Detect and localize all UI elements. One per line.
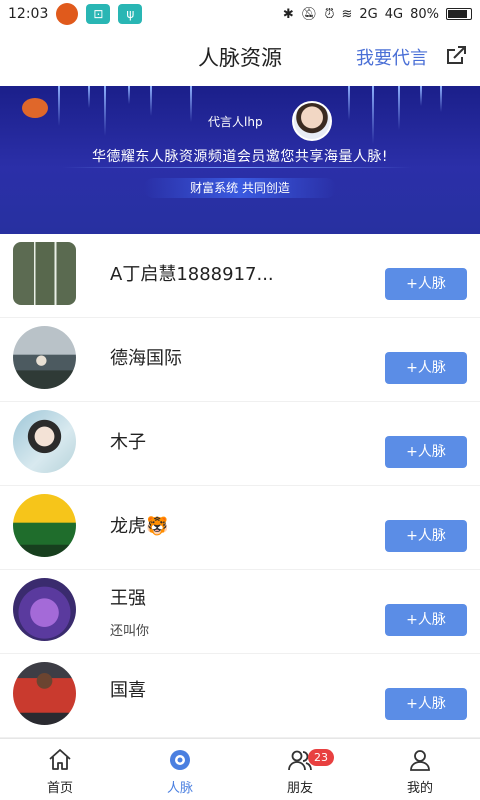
list-item[interactable]: 国喜 +人脉 <box>0 654 480 738</box>
contact-name: 国喜 <box>110 680 146 701</box>
page-header: 人脉资源 我要代言 <box>0 28 480 86</box>
friends-badge: 23 <box>308 749 334 766</box>
add-connection-button[interactable]: +人脉 <box>385 352 467 384</box>
avatar <box>13 326 76 389</box>
tab-label: 首页 <box>46 781 73 796</box>
tab-friends[interactable]: 23 朋友 <box>240 739 360 800</box>
add-connection-button[interactable]: +人脉 <box>385 436 467 468</box>
contact-name: 德海国际 <box>110 348 182 369</box>
status-time: 12:03 <box>8 6 49 22</box>
spokesperson-label: 代言人lhp <box>208 115 263 129</box>
network-icon <box>170 750 190 770</box>
contact-name: 王强 <box>110 588 146 609</box>
list-item[interactable]: A丁启慧1888917... +人脉 <box>0 234 480 318</box>
banner-tagline: 财富系统 共同创造 <box>144 178 336 198</box>
brand-logo <box>22 98 48 118</box>
tab-network[interactable]: 人脉 <box>120 739 240 800</box>
avatar <box>13 410 76 473</box>
avatar <box>13 662 76 725</box>
avatar <box>13 578 76 641</box>
add-connection-button[interactable]: +人脉 <box>385 268 467 300</box>
contact-name: 木子 <box>110 432 146 453</box>
contact-subtitle: 还叫你 <box>110 624 150 639</box>
signal-4g: 4G <box>384 6 404 22</box>
add-connection-button[interactable]: +人脉 <box>385 604 467 636</box>
contact-name: A丁启慧1888917... <box>110 264 274 285</box>
list-item[interactable]: 龙虎🐯 +人脉 <box>0 486 480 570</box>
list-item[interactable]: 木子 +人脉 <box>0 402 480 486</box>
tab-label: 朋友 <box>286 781 313 796</box>
battery-percent: 80% <box>410 6 439 22</box>
wifi-icon: ≋ <box>341 6 353 22</box>
mute-icon: 🔕︎ <box>300 6 318 22</box>
tab-label: 人脉 <box>166 781 193 796</box>
contact-list: A丁启慧1888917... +人脉 德海国际 +人脉 木子 +人脉 龙虎🐯 +… <box>0 234 480 738</box>
bluetooth-icon: ✱ <box>282 6 294 22</box>
tab-profile[interactable]: 我的 <box>360 739 480 800</box>
list-item[interactable]: 王强 还叫你 +人脉 <box>0 570 480 654</box>
scan-notification-icon: ⊡ <box>86 4 111 24</box>
tab-home[interactable]: 首页 <box>0 739 120 800</box>
profile-icon <box>410 750 430 771</box>
status-bar: 12:03 ⊡ ψ ✱ 🔕︎ ⏰︎ ≋ 2G 4G 80% <box>0 0 480 28</box>
avatar <box>13 242 76 305</box>
add-connection-button[interactable]: +人脉 <box>385 520 467 552</box>
spokesperson-avatar <box>292 101 332 141</box>
page-title: 人脉资源 <box>198 46 282 70</box>
home-icon <box>49 749 71 770</box>
tab-label: 我的 <box>406 781 433 796</box>
list-item[interactable]: 德海国际 +人脉 <box>0 318 480 402</box>
app-notification-icon <box>56 3 79 25</box>
share-icon[interactable] <box>444 44 468 68</box>
battery-icon <box>446 8 472 20</box>
avatar <box>13 494 76 557</box>
bottom-tab-bar: 首页 人脉 23 朋友 我的 <box>0 738 480 800</box>
alarm-icon: ⏰︎ <box>324 6 335 22</box>
banner-divider <box>62 167 412 168</box>
become-spokesperson-link[interactable]: 我要代言 <box>356 44 428 70</box>
add-connection-button[interactable]: +人脉 <box>385 688 467 720</box>
usb-notification-icon: ψ <box>118 4 143 24</box>
signal-2g: 2G <box>359 6 378 22</box>
banner-headline: 华德耀东人脉资源频道会员邀您共享海量人脉! <box>91 149 389 165</box>
contact-name: 龙虎🐯 <box>110 516 169 537</box>
